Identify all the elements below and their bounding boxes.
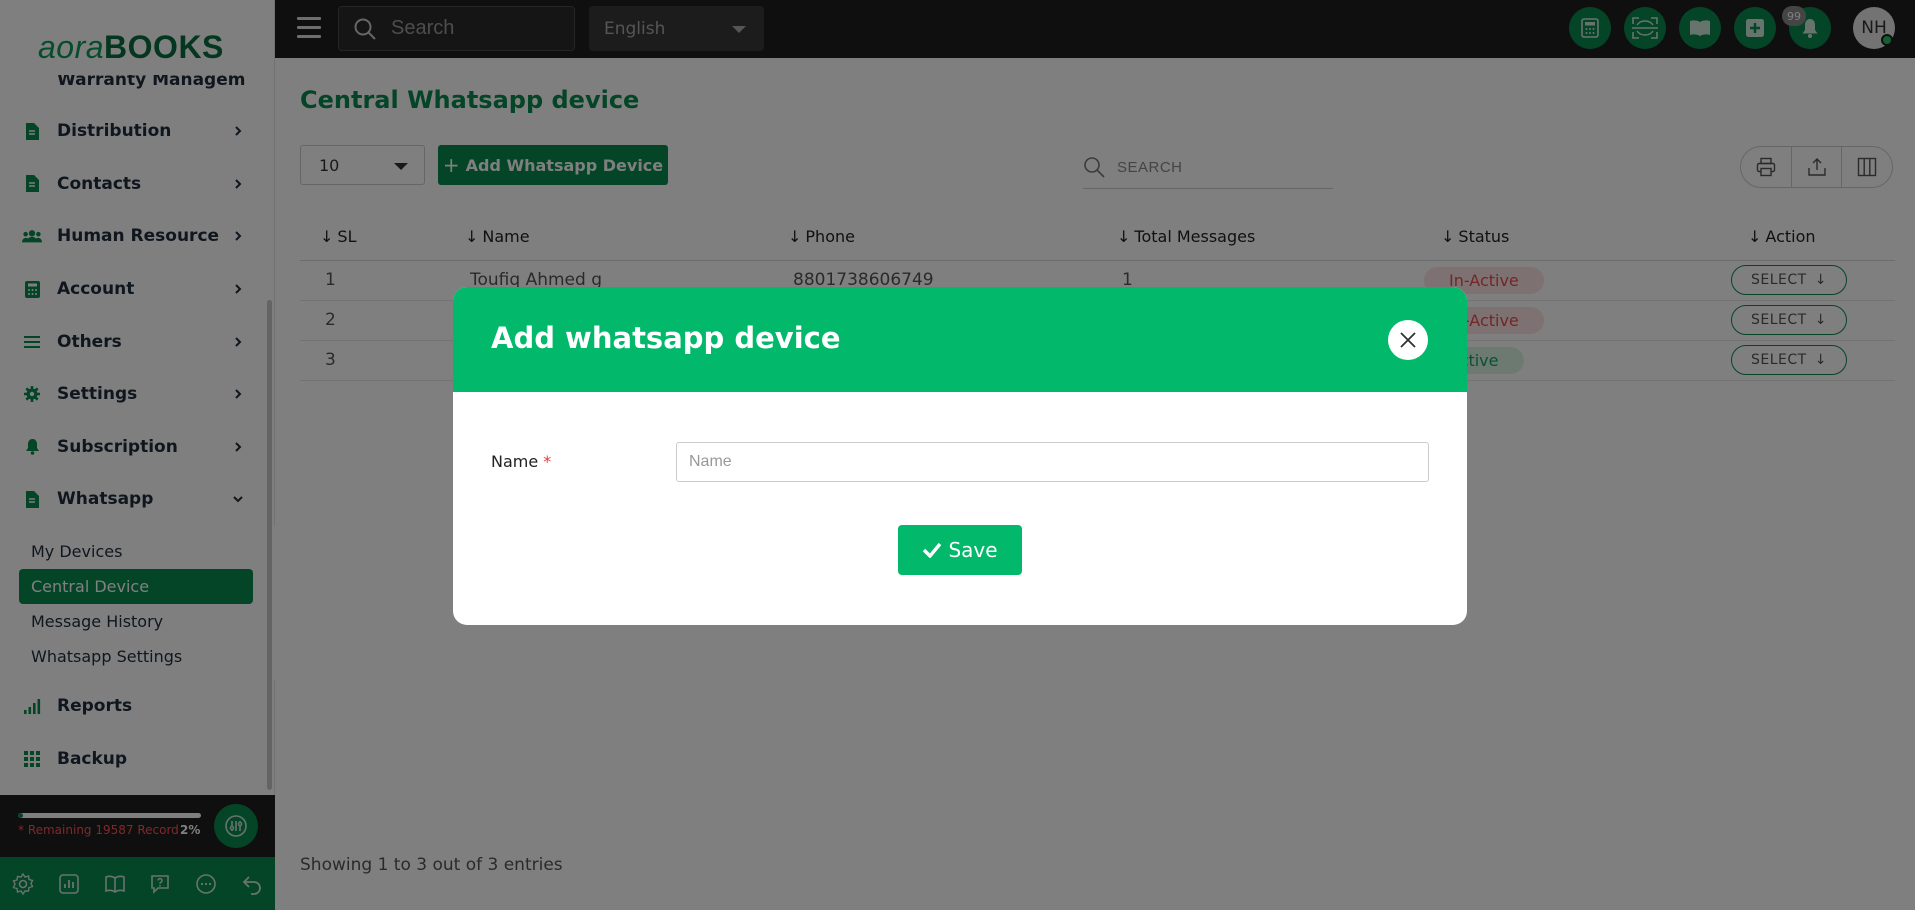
check-icon	[923, 542, 942, 558]
name-field-label: Name *	[491, 452, 551, 471]
modal-title: Add whatsapp device	[491, 321, 841, 355]
modal-header: Add whatsapp device	[453, 287, 1467, 392]
close-icon	[1400, 332, 1416, 348]
device-name-input[interactable]	[676, 442, 1429, 482]
modal-close-button[interactable]	[1388, 320, 1428, 360]
add-device-modal: Add whatsapp device Name * Save	[453, 287, 1467, 625]
required-mark: *	[543, 452, 552, 471]
save-button[interactable]: Save	[898, 525, 1022, 575]
name-label-text: Name	[491, 452, 539, 471]
save-label: Save	[948, 538, 998, 562]
